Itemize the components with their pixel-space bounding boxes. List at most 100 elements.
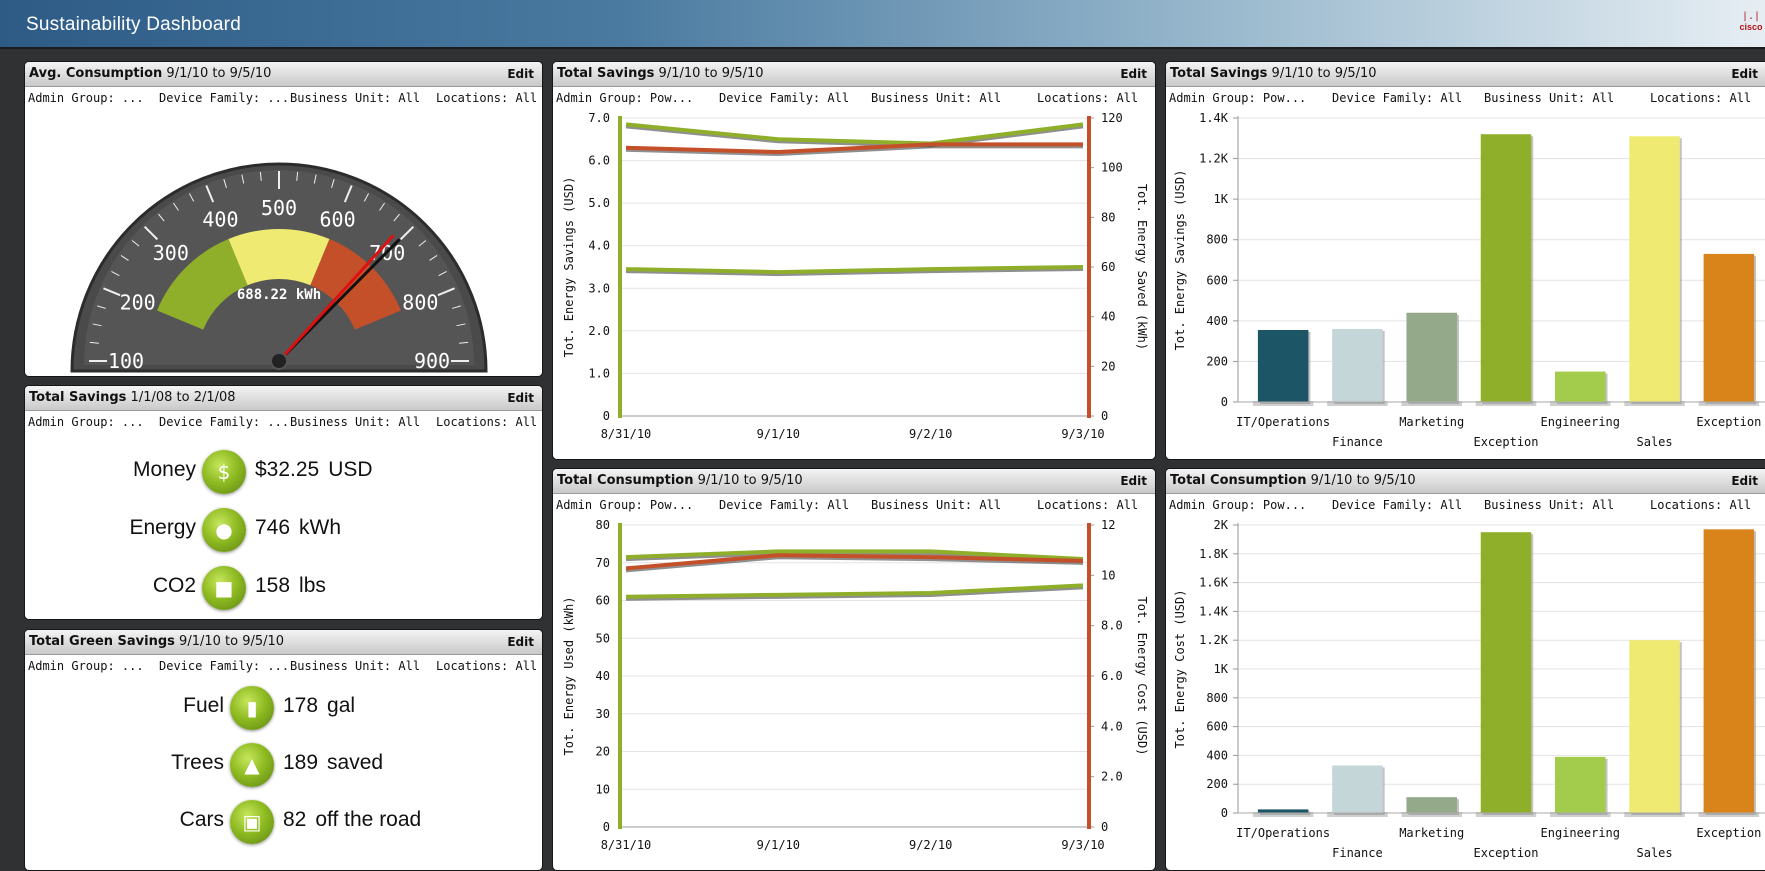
filter-locations[interactable]: Locations: All — [436, 415, 537, 429]
x-tick-label: 9/1/10 — [757, 838, 800, 852]
panel-title: Total Savings — [1170, 66, 1268, 81]
edit-link[interactable]: Edit — [507, 386, 534, 410]
x-tick-label: Engineering — [1541, 415, 1620, 429]
stat-row-trees: Trees ▲ 189 saved — [25, 739, 542, 791]
filter-admin-group[interactable]: Admin Group: Pow... — [1169, 498, 1306, 512]
filter-business-unit[interactable]: Business Unit: All — [290, 415, 420, 429]
y-tick-label: 60 — [596, 594, 610, 608]
y2-tick-label: 20 — [1101, 359, 1115, 373]
edit-link[interactable]: Edit — [507, 62, 534, 86]
filter-business-unit[interactable]: Business Unit: All — [1484, 91, 1614, 105]
title-bar: Sustainability Dashboard |.| cisco — [0, 0, 1765, 49]
filter-bar: Admin Group: ... Device Family: ... Busi… — [25, 655, 542, 675]
y2-tick-label: 0 — [1101, 409, 1108, 423]
edit-link[interactable]: Edit — [507, 630, 534, 654]
filter-business-unit[interactable]: Business Unit: All — [1484, 498, 1614, 512]
filter-admin-group[interactable]: Admin Group: Pow... — [1169, 91, 1306, 105]
y-tick-label: 0 — [603, 409, 610, 423]
x-tick-label: Exception — [1473, 435, 1538, 449]
filter-admin-group[interactable]: Admin Group: ... — [28, 91, 144, 105]
filter-device-family[interactable]: Device Family: All — [1332, 498, 1462, 512]
filter-bar: Admin Group: Pow... Device Family: All B… — [553, 494, 1155, 514]
filter-device-family[interactable]: Device Family: All — [719, 498, 849, 512]
y-tick-label: 2K — [1214, 518, 1229, 532]
y2-tick-label: 6.0 — [1101, 669, 1123, 683]
gauge-tick-label: 300 — [153, 241, 189, 265]
filter-business-unit[interactable]: Business Unit: All — [871, 498, 1001, 512]
filter-business-unit[interactable]: Business Unit: All — [290, 659, 420, 673]
filter-admin-group[interactable]: Admin Group: Pow... — [556, 498, 693, 512]
x-tick-label: 9/2/10 — [909, 838, 952, 852]
chart-area: 0 1.0 2.0 3.0 4.0 5.0 6.0 7.0 0 20 40 60 80 100 120 8/3… — [553, 108, 1155, 459]
filter-locations[interactable]: Locations: All — [1037, 498, 1138, 512]
y2-tick-label: 0 — [1101, 820, 1108, 834]
y2-axis-label: Tot. Energy Cost (USD) — [1135, 597, 1149, 756]
cisco-logo: |.| cisco — [1737, 12, 1765, 33]
consumption-gauge: 100200300400500600700800900688.22 kWh — [70, 162, 488, 373]
stat-row-cars: Cars ▣ 82 off the road — [25, 796, 542, 848]
gauge-tick-label: 800 — [402, 290, 438, 314]
total-green-savings-panel: Total Green Savings 9/1/10 to 9/5/10 Edi… — [24, 629, 543, 871]
filter-locations[interactable]: Locations: All — [436, 659, 537, 673]
filter-device-family[interactable]: Device Family: ... — [159, 91, 289, 105]
edit-link[interactable]: Edit — [1731, 469, 1758, 493]
filter-locations[interactable]: Locations: All — [1650, 91, 1751, 105]
y2-axis-label: Tot. Energy Saved (kWh) — [1135, 184, 1149, 350]
filter-business-unit[interactable]: Business Unit: All — [871, 91, 1001, 105]
filter-admin-group[interactable]: Admin Group: ... — [28, 415, 144, 429]
bar — [1257, 809, 1309, 813]
filter-locations[interactable]: Locations: All — [1650, 498, 1751, 512]
edit-link[interactable]: Edit — [1120, 469, 1147, 493]
y-axis-label: Tot. Energy Savings (USD) — [562, 177, 576, 358]
filter-locations[interactable]: Locations: All — [1037, 91, 1138, 105]
edit-link[interactable]: Edit — [1120, 62, 1147, 86]
filter-bar: Admin Group: Pow... Device Family: All B… — [553, 87, 1155, 107]
money-icon: $ — [202, 450, 246, 494]
stat-value: 82 off the road — [283, 808, 422, 831]
x-tick-label: IT/Operations — [1236, 415, 1330, 429]
bar — [1480, 134, 1532, 402]
gauge-tick-label: 500 — [261, 196, 297, 220]
filter-device-family[interactable]: Device Family: All — [719, 91, 849, 105]
consumption-line-chart: 0 10 20 30 40 50 60 70 80 0 2.0 4.0 6.0 8.0 10 12 8/31/1… — [562, 518, 1149, 852]
edit-link[interactable]: Edit — [1731, 62, 1758, 86]
y-tick-label: 80 — [596, 518, 610, 532]
filter-admin-group[interactable]: Admin Group: Pow... — [556, 91, 693, 105]
y-tick-label: 6.0 — [588, 154, 610, 168]
y-tick-label: 600 — [1206, 273, 1228, 287]
savings-bar-chart: 0 200 400 600 800 1K 1.2K 1.4K IT/OperationsFina… — [1173, 111, 1765, 449]
y-tick-label: 7.0 — [588, 111, 610, 125]
x-tick-label: 9/3/10 — [1061, 427, 1104, 441]
bar — [1480, 532, 1532, 813]
total-consumption-line-panel: Total Consumption 9/1/10 to 9/5/10 Edit … — [552, 468, 1156, 871]
y-tick-label: 30 — [596, 707, 610, 721]
y-tick-label: 1.4K — [1199, 111, 1229, 125]
savings-stats: Money $ $32.25 USD Energy ● 746 kWh CO2 ■ … — [25, 432, 542, 619]
filter-business-unit[interactable]: Business Unit: All — [290, 91, 420, 105]
y-tick-label: 800 — [1206, 691, 1228, 705]
stat-label: Fuel — [183, 694, 224, 717]
lightbulb-icon: ● — [202, 508, 246, 552]
bar — [1332, 328, 1383, 402]
stat-label: Energy — [129, 516, 196, 539]
filter-admin-group[interactable]: Admin Group: ... — [28, 659, 144, 673]
stat-label: Trees — [171, 751, 224, 774]
y-tick-label: 1.4K — [1199, 604, 1229, 618]
filter-device-family[interactable]: Device Family: ... — [159, 659, 289, 673]
brand-name: cisco — [1739, 22, 1763, 32]
x-tick-label: Sales — [1637, 846, 1673, 860]
filter-device-family[interactable]: Device Family: ... — [159, 415, 289, 429]
y-tick-label: 0 — [1221, 806, 1228, 820]
green-savings-stats: Fuel ▮ 178 gal Trees ▲ 189 saved Cars ▣ 82… — [25, 676, 542, 870]
filter-locations[interactable]: Locations: All — [436, 91, 537, 105]
fuel-pump-icon: ▮ — [230, 686, 274, 730]
stat-row-energy: Energy ● 746 kWh — [25, 504, 542, 556]
bar — [1332, 765, 1383, 813]
y-tick-label: 70 — [596, 556, 610, 570]
panel-header: Total Savings 1/1/08 to 2/1/08 Edit — [25, 386, 542, 411]
gauge-hub — [270, 352, 288, 370]
filter-bar: Admin Group: ... Device Family: ... Busi… — [25, 411, 542, 431]
x-tick-label: Exception — [1696, 415, 1761, 429]
y2-tick-label: 10 — [1101, 568, 1115, 582]
filter-device-family[interactable]: Device Family: All — [1332, 91, 1462, 105]
